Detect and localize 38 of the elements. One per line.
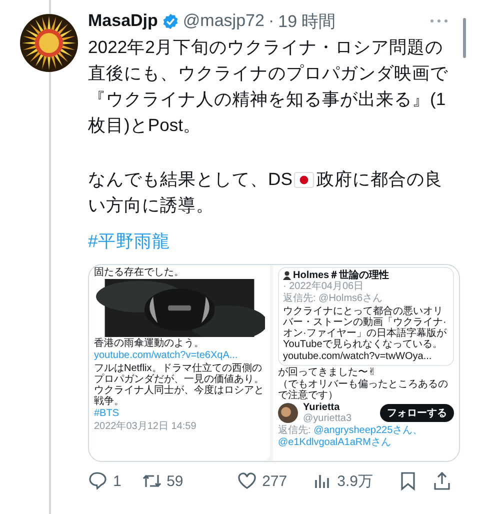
post-text: が回ってきました〜✌	[278, 366, 378, 378]
post-text: ウクライナにとって都合の悪いオリバー・ストーンの動画「ウクライナ·オン·ファイヤー」の日本語字幕版がYouTubeで見られなくなっている。	[283, 306, 448, 350]
share-button[interactable]	[432, 471, 452, 491]
post-text: 香港の雨傘運動のよう。	[94, 338, 205, 350]
author-name[interactable]: MasaDjp	[88, 11, 158, 31]
person-icon	[283, 271, 291, 280]
reply-to: 返信先: @Holms6さん	[283, 293, 384, 305]
attached-screenshot[interactable]	[88, 264, 460, 462]
post-text: い方向に誘導。	[88, 194, 214, 217]
views-button[interactable]: 3.9万	[312, 471, 398, 491]
follow-button[interactable]: フォローする	[380, 404, 454, 422]
heart-icon	[237, 471, 258, 491]
post-time[interactable]: 19 時間	[278, 10, 336, 32]
retweet-button[interactable]: 59	[142, 471, 238, 491]
post-text: 固たる存在でした。	[94, 267, 185, 278]
video-link[interactable]: youtube.com/watch?v=twWOya...	[283, 351, 449, 362]
reply-to: 返信先: @angrysheep225さん、@e1KdlvgoalA1aRMさん	[278, 425, 424, 448]
post-date: · 2022年04月06日	[283, 281, 364, 292]
reply-button[interactable]: 1	[88, 471, 142, 491]
separator: ·	[268, 11, 274, 31]
like-button[interactable]: 277	[237, 471, 312, 491]
post-text: 政府に都合の良	[316, 168, 442, 191]
avatar	[278, 403, 298, 424]
more-icon	[430, 19, 448, 23]
quoted-post[interactable]: Holmes＃世論の理性 · 2022年04月06日 返信先: @Holms6さん ウクライナにとって都合の悪いオリバー・ストーンの動画「ウクライナ·オン·ファイヤー」の日本語字幕版がYouTubeで見られなくなっている。 youtube.com/watch?v=twWOya...	[278, 267, 454, 366]
share-icon	[432, 471, 452, 491]
author-handle[interactable]: @masjp72	[182, 11, 264, 31]
author-name[interactable]: Yurietta	[303, 402, 352, 414]
reply-icon	[88, 471, 108, 491]
post-text: 2022年2月下旬のウクライナ・ロシア問題の直後にも、ウクライナのプロパガンダ映画で『ウクライナ人の精神を知る事が出来る』(1枚目)とPost。	[88, 37, 448, 135]
author-name[interactable]: Holmes＃世論の理性	[293, 270, 390, 282]
post-text: なんでも結果として、DS	[88, 168, 292, 191]
post-date: 2022年03月12日 14:59	[94, 420, 198, 432]
post-text: フルはNetflix。ドラマ仕立ての西側のプロパガンダだが、一見の価値あり。ウクライナ人同士が、今度はロシアと戦争。	[94, 362, 265, 408]
avatar-image	[20, 14, 78, 72]
scrollbar[interactable]	[463, 18, 466, 58]
post-text: （でもオリバーも偏ったところあるので注意です）	[278, 378, 449, 402]
flag-icon	[294, 172, 314, 188]
